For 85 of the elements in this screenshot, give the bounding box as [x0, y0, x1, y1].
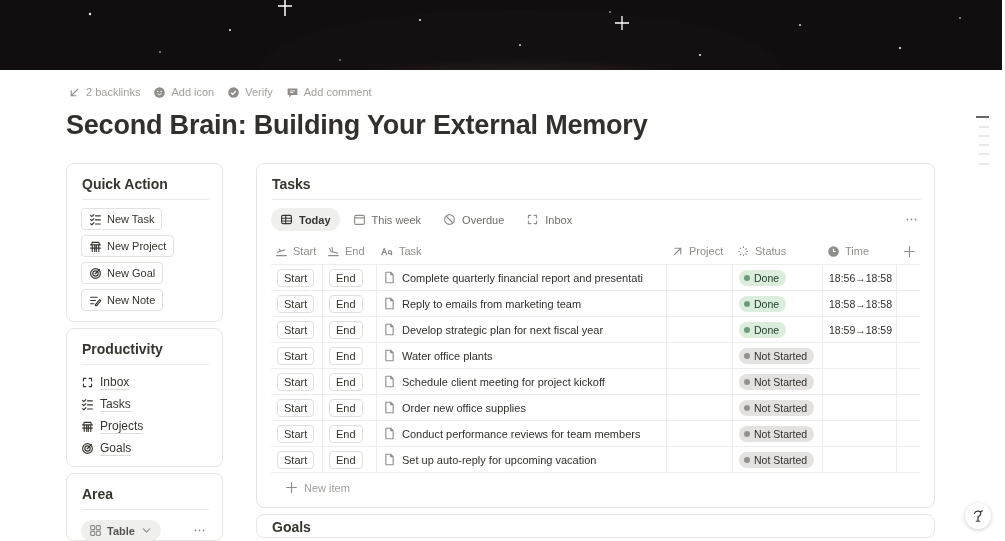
end-button[interactable]: End [329, 346, 363, 365]
smiley-icon [153, 85, 167, 99]
building-icon [89, 239, 102, 253]
status-tag: Done [739, 295, 787, 312]
start-button[interactable]: Start [277, 268, 315, 287]
status-tag: Not Started [739, 347, 815, 364]
view-tab[interactable]: This week [343, 208, 431, 232]
clock-icon [827, 244, 840, 258]
table-icon [280, 213, 293, 227]
page-icon [383, 349, 396, 363]
status-tag: Not Started [739, 399, 815, 416]
sidebar-link[interactable]: Projects [100, 419, 144, 435]
start-button[interactable]: Start [277, 346, 315, 365]
task-title[interactable]: Set up auto-reply for upcoming vacation [402, 453, 597, 466]
calendar-icon [352, 213, 366, 227]
comment-icon [285, 85, 299, 99]
page-icon [383, 271, 396, 285]
checklist-icon [89, 212, 102, 226]
card-title: Area [82, 484, 209, 511]
grid-icon [89, 524, 102, 538]
status-tag: Not Started [739, 451, 815, 468]
task-title[interactable]: Water office plants [402, 349, 493, 362]
sidebar-link[interactable]: Inbox [100, 375, 130, 391]
view-tab[interactable]: Today [271, 208, 340, 232]
task-title[interactable]: Develop strategic plan for next fiscal year [402, 323, 604, 336]
task-title[interactable]: Conduct performance reviews for team members [402, 427, 641, 440]
page-icon [383, 453, 396, 467]
quick-action-button[interactable]: New Goal [81, 262, 164, 285]
status-tag: Not Started [739, 373, 815, 390]
plus-icon [285, 481, 298, 495]
page-icon [383, 401, 396, 415]
start-button[interactable]: Start [277, 372, 315, 391]
task-title[interactable]: Order new office supplies [402, 401, 526, 414]
prohibited-icon [443, 213, 457, 227]
check-badge-icon [227, 85, 241, 99]
checklist-icon [81, 398, 94, 412]
target-icon [89, 266, 102, 280]
view-tab[interactable]: Overdue [434, 208, 514, 232]
end-button[interactable]: End [329, 372, 363, 391]
card-title: Productivity [82, 339, 209, 366]
page-icon [383, 375, 396, 389]
end-button[interactable]: End [329, 294, 363, 313]
card-title: Goals [272, 519, 312, 536]
status-tag: Not Started [739, 425, 815, 442]
card-title: Quick Action [82, 174, 209, 201]
task-title[interactable]: Reply to emails from marketing team [402, 297, 582, 310]
time-range: 18:59→18:59 [829, 323, 893, 336]
end-button[interactable]: End [329, 320, 363, 339]
end-button[interactable]: End [329, 398, 363, 417]
page-outline-icon[interactable] [976, 116, 989, 166]
quick-action-button[interactable]: New Task [81, 208, 163, 231]
card-title: Tasks [272, 174, 921, 201]
plus-icon [903, 244, 916, 258]
help-button[interactable] [965, 503, 991, 529]
status-tag: Done [739, 321, 787, 338]
landing-icon [327, 244, 340, 258]
end-button[interactable]: End [329, 268, 363, 287]
end-button[interactable]: End [329, 424, 363, 443]
page-title: Second Brain: Building Your External Memory [66, 109, 648, 142]
view-tab[interactable]: Inbox [517, 208, 582, 232]
column-header[interactable]: Task [377, 239, 667, 264]
task-title[interactable]: Complete quarterly financial report and presentati [402, 271, 643, 284]
building-icon [81, 420, 94, 434]
start-button[interactable]: Start [277, 320, 315, 339]
quick-action-button[interactable]: New Project [81, 235, 175, 258]
status-tag: Done [739, 269, 787, 286]
start-button[interactable]: Start [277, 424, 315, 443]
help-icon [971, 509, 985, 523]
task-title[interactable]: Schedule client meeting for project kickoff [402, 375, 605, 388]
end-button[interactable]: End [329, 450, 363, 469]
page-icon [383, 323, 396, 337]
time-range: 18:58→18:58 [829, 297, 893, 310]
page-icon [383, 297, 396, 311]
start-button[interactable]: Start [277, 450, 315, 469]
start-button[interactable]: Start [277, 398, 315, 417]
spinner-icon [737, 244, 750, 258]
quick-action-button[interactable]: New Note [81, 289, 164, 312]
sidebar-link[interactable]: Goals [100, 441, 132, 457]
time-range: 18:56→18:58 [829, 271, 893, 284]
target-icon [81, 442, 94, 456]
start-button[interactable]: Start [277, 294, 315, 313]
sidebar-link[interactable]: Tasks [100, 397, 131, 413]
view-selector[interactable]: Table [81, 520, 161, 541]
page-icon [383, 427, 396, 441]
column-header[interactable]: Time [823, 239, 897, 264]
